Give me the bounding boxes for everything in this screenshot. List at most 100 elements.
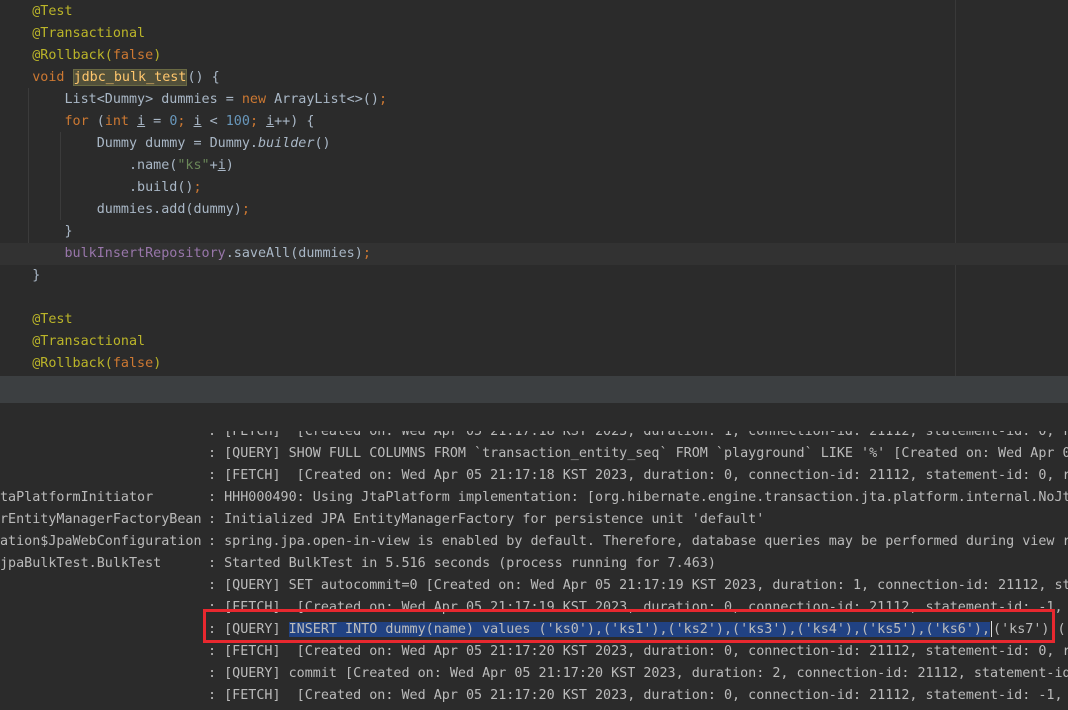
code-token: ( [96, 114, 105, 129]
code-token: ; [241, 202, 250, 217]
code-token: void [32, 70, 73, 85]
log-message: : [FETCH] [Created on: Wed Apr 05 21:17:… [208, 431, 1068, 439]
tool-window-header [0, 376, 1068, 404]
code-token: i [137, 114, 146, 129]
code-line[interactable]: bulkInsertRepository.saveAll(dummies); [0, 243, 1068, 265]
run-console[interactable]: : [FETCH] [Created on: Wed Apr 05 21:17:… [0, 431, 1068, 710]
console-line[interactable]: : [FETCH] [Created on: Wed Apr 05 21:17:… [0, 685, 1068, 707]
code-line[interactable]: for (int i = 0; i < 100; i++) { [0, 111, 1068, 133]
code-token: i [193, 114, 202, 129]
logger-name: ation$JpaWebConfiguration [0, 534, 202, 549]
code-line[interactable]: Dummy dummy = Dummy.builder() [0, 133, 1068, 155]
code-token: ; [249, 114, 267, 129]
highlight-annotation-box [203, 609, 1055, 643]
log-message: : Initialized JPA EntityManagerFactory f… [208, 512, 765, 527]
code-token: .name( [129, 158, 178, 173]
code-line[interactable]: } [0, 221, 1068, 243]
code-token: false [112, 356, 154, 371]
code-token: @Test [32, 4, 73, 19]
code-token: "ks" [177, 158, 210, 173]
code-token: i [217, 158, 226, 173]
console-line[interactable]: : [FETCH] [Created on: Wed Apr 05 21:17:… [0, 431, 1068, 443]
console-line[interactable]: taPlatformInitiator : HHH000490: Using Jt… [0, 487, 1068, 509]
code-token: List<Dummy> dummies = [64, 92, 242, 107]
code-token: ; [177, 114, 194, 129]
console-line[interactable]: : [FETCH] [Created on: Wed Apr 05 21:17:… [0, 465, 1068, 487]
code-token: () [314, 136, 331, 151]
code-line[interactable] [0, 287, 1068, 309]
console-line[interactable]: : [QUERY] commit [Created on: Wed Apr 05… [0, 663, 1068, 685]
code-token: ; [378, 92, 387, 107]
log-message: : [QUERY] SET autocommit=0 [Created on: … [208, 578, 1068, 593]
code-token: < [201, 114, 226, 129]
code-token: int [104, 114, 138, 129]
code-line[interactable]: @Test [0, 1, 1068, 23]
code-token: ArrayList<>() [274, 92, 379, 107]
code-token: + [209, 158, 218, 173]
console-line[interactable]: ation$JpaWebConfiguration: spring.jpa.op… [0, 531, 1068, 553]
code-token: () { [187, 70, 220, 85]
code-token: @Test [32, 312, 73, 327]
code-token: builder [258, 136, 315, 151]
code-token: .build() [129, 180, 194, 195]
code-token: ) [225, 158, 234, 173]
log-message: : [FETCH] [Created on: Wed Apr 05 21:17:… [208, 688, 1068, 703]
code-token: } [64, 224, 73, 239]
run-panel-toolbar [0, 403, 1068, 432]
logger-name: rEntityManagerFactoryBean [0, 512, 202, 527]
code-line[interactable]: @Transactional [0, 331, 1068, 353]
log-message: : [QUERY] SHOW FULL COLUMNS FROM `transa… [208, 446, 1068, 461]
code-token: new [241, 92, 275, 107]
code-token: @Rollback( [32, 356, 113, 371]
code-token: ) [153, 48, 162, 63]
code-token: ++) { [274, 114, 315, 129]
log-message: : [FETCH] [Created on: Wed Apr 05 21:17:… [208, 468, 1068, 483]
code-token: = [145, 114, 170, 129]
log-message: : [FETCH] [Created on: Wed Apr 05 21:17:… [208, 644, 1068, 659]
code-line[interactable]: List<Dummy> dummies = new ArrayList<>(); [0, 89, 1068, 111]
console-line[interactable]: jpaBulkTest.BulkTest: Started BulkTest i… [0, 553, 1068, 575]
code-token: @Rollback( [32, 48, 113, 63]
log-message: : HHH000490: Using JtaPlatform implement… [208, 490, 1068, 505]
code-token: bulkInsertRepository [64, 246, 226, 261]
code-line[interactable]: @Test [0, 309, 1068, 331]
code-token: } [32, 268, 41, 283]
code-token: Dummy dummy = Dummy. [96, 136, 258, 151]
code-line[interactable]: } [0, 265, 1068, 287]
console-line[interactable]: rEntityManagerFactoryBean : Initialized J… [0, 509, 1068, 531]
console-line[interactable]: : [FETCH] [Created on: Wed Apr 05 21:17:… [0, 641, 1068, 663]
console-line[interactable]: : [QUERY] SET autocommit=0 [Created on: … [0, 575, 1068, 597]
code-token: jdbc_bulk_test [72, 69, 188, 86]
log-message: : [QUERY] commit [Created on: Wed Apr 05… [208, 666, 1068, 681]
code-line[interactable]: dummies.add(dummy); [0, 199, 1068, 221]
code-token: for [64, 114, 97, 129]
console-line[interactable]: : [QUERY] SHOW FULL COLUMNS FROM `transa… [0, 443, 1068, 465]
code-line[interactable]: .build(); [0, 177, 1068, 199]
logger-name: jpaBulkTest.BulkTest [0, 556, 162, 571]
code-line[interactable]: @Rollback(false) [0, 353, 1068, 375]
code-line[interactable]: @Transactional [0, 23, 1068, 45]
code-token: .saveAll(dummies) [225, 246, 363, 261]
code-token: ) [153, 356, 162, 371]
code-editor[interactable]: @Test @Transactional @Rollback(false) vo… [0, 0, 1068, 376]
code-line[interactable]: .name("ks"+i) [0, 155, 1068, 177]
code-token: dummies.add(dummy) [96, 202, 242, 217]
code-token: i [266, 114, 275, 129]
code-line[interactable]: @Rollback(false) [0, 45, 1068, 67]
logger-name: taPlatformInitiator [0, 490, 154, 505]
code-line[interactable]: void jdbc_bulk_test() { [0, 67, 1068, 89]
code-token: @Transactional [32, 26, 146, 41]
